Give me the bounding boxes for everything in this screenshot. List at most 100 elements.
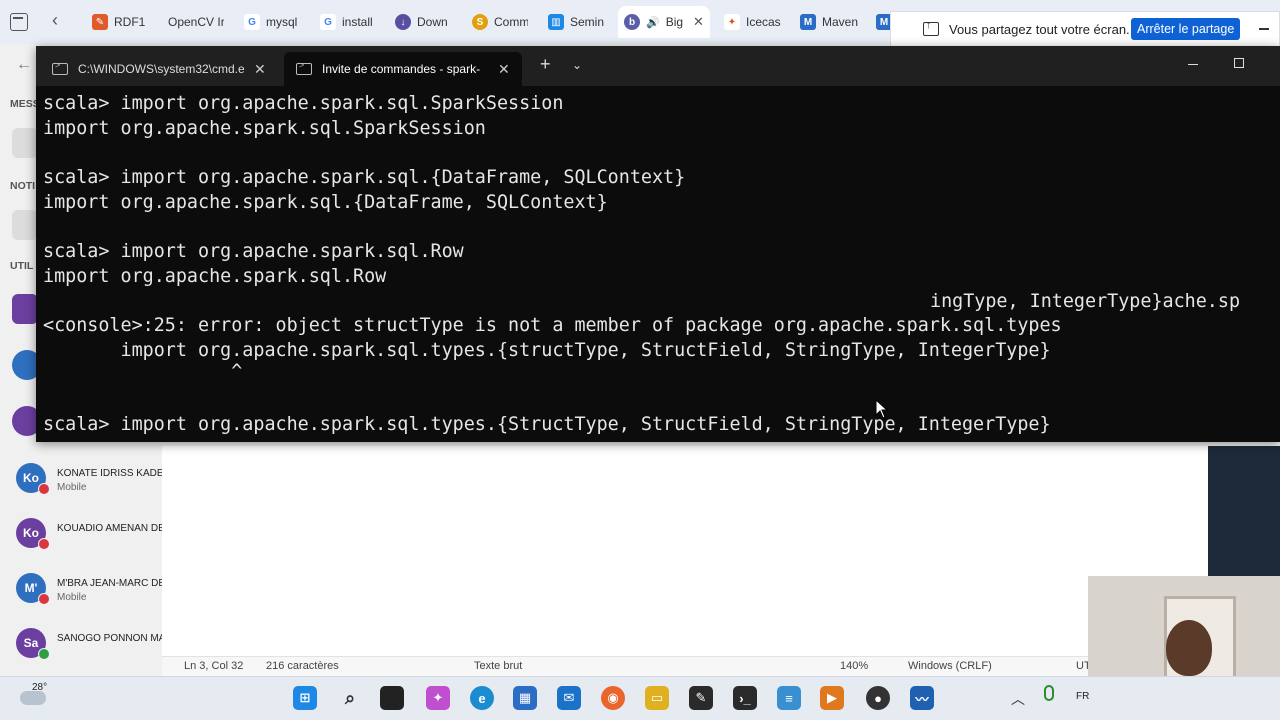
firefox-icon[interactable]: ◉ <box>601 686 625 710</box>
cursor-position: Ln 3, Col 32 <box>184 660 244 672</box>
browser-tab-label: install <box>342 15 373 29</box>
terminal-line: ^ <box>43 361 243 382</box>
webcam-person <box>1166 620 1212 676</box>
status-badge <box>38 483 50 495</box>
background-window <box>1208 446 1280 576</box>
close-icon[interactable]: ✕ <box>693 14 704 30</box>
browser-tab-label: Down <box>417 15 448 29</box>
browser-tab-maven[interactable]: M Maven <box>800 6 858 38</box>
taskbar: 28° ⊞ ⌕ ✦ e ▦ ✉ ◉ ▭ ✎ ›_ ≡ ▶ ● 〰 ︿ FR <box>0 676 1280 720</box>
taskview-icon[interactable] <box>380 686 404 710</box>
browser-tab-download[interactable]: ↓ Down <box>395 6 453 38</box>
media-icon[interactable]: ▶ <box>820 686 844 710</box>
notepad-editor[interactable] <box>162 446 1208 656</box>
browser-tab-icecast[interactable]: ✦ Icecas <box>724 6 782 38</box>
contact-item[interactable]: Ko KOUADIO AMENAN DE <box>12 518 162 562</box>
chevron-up-icon[interactable]: ︿ <box>1011 689 1025 709</box>
google-icon: G <box>244 14 260 30</box>
text-format: Texte brut <box>474 660 523 672</box>
browser-tab-label: Comm <box>494 15 528 29</box>
terminal-line: scala> import org.apache.spark.sql.Spark… <box>43 93 564 114</box>
terminal-line: import org.apache.spark.sql.{DataFrame, … <box>43 192 608 213</box>
notification-icon[interactable] <box>12 210 38 240</box>
status-badge <box>38 538 50 550</box>
browser-tab-comm[interactable]: S Comm <box>472 6 528 38</box>
bing-icon: b <box>624 14 640 30</box>
line-ending: Windows (CRLF) <box>908 660 992 672</box>
outlook-icon[interactable]: ✉ <box>557 686 581 710</box>
browser-tab-rdf1[interactable]: ✎ RDF1 <box>92 6 162 38</box>
contact-status: Mobile <box>57 482 87 493</box>
download-icon: ↓ <box>395 14 411 30</box>
terminal-line: scala> import org.apache.spark.sql.{Data… <box>43 167 686 188</box>
browser-tab-install[interactable]: G install <box>320 6 378 38</box>
terminal-tab-spark[interactable]: Invite de commandes - spark- ✕ <box>284 52 522 86</box>
share-banner-text: Vous partagez tout votre écran. <box>949 22 1130 37</box>
terminal-icon[interactable]: ›_ <box>733 686 757 710</box>
recorder-icon[interactable]: ● <box>866 686 890 710</box>
terminal-icon <box>52 60 68 75</box>
contact-name: KONATE IDRISS KADER <box>57 468 162 479</box>
terminal-line: <console>:25: error: object structType i… <box>43 315 1062 336</box>
terminal-tab-label: C:\WINDOWS\system32\cmd.e <box>78 62 244 76</box>
minimize-icon[interactable] <box>1259 28 1269 30</box>
semin-icon: ▥ <box>548 14 564 30</box>
browser-tab-mysql[interactable]: G mysql <box>244 6 304 38</box>
arrow-left-icon[interactable]: ← <box>16 56 32 74</box>
notepad-icon[interactable]: ≡ <box>777 686 801 710</box>
close-icon[interactable]: ✕ <box>254 61 266 78</box>
user-avatar-icon[interactable] <box>12 294 38 324</box>
explorer-icon[interactable]: ▭ <box>645 686 669 710</box>
contact-name: KOUADIO AMENAN DE <box>57 523 162 534</box>
rdf-icon: ✎ <box>92 14 108 30</box>
chevron-down-icon[interactable]: ⌄ <box>572 58 582 72</box>
microphone-icon[interactable] <box>1044 685 1054 701</box>
browser-tab-opencv[interactable]: OpenCV Ir <box>168 6 224 38</box>
close-icon[interactable]: ✕ <box>498 61 510 78</box>
char-count: 216 caractères <box>266 660 339 672</box>
contact-name: SANOGO PONNON MA <box>57 633 162 644</box>
weather-temperature: 28° <box>32 682 48 693</box>
tab-list-icon[interactable] <box>10 13 28 31</box>
browser-tab-label: Maven <box>822 15 858 29</box>
chat-icon[interactable] <box>12 128 38 158</box>
start-icon[interactable]: ⊞ <box>293 686 317 710</box>
terminal-window: C:\WINDOWS\system32\cmd.e ✕ Invite de co… <box>36 46 1280 442</box>
stop-sharing-button[interactable]: Arrêter le partage <box>1131 18 1241 40</box>
terminal-output[interactable]: scala> import org.apache.spark.sql.Spark… <box>36 86 1280 442</box>
zoom-level: 140% <box>840 660 869 672</box>
terminal-icon <box>296 60 312 75</box>
store-icon[interactable]: ▦ <box>513 686 537 710</box>
terminal-line: import org.apache.spark.sql.SparkSession <box>43 118 486 139</box>
terminal-titlebar: C:\WINDOWS\system32\cmd.e ✕ Invite de co… <box>36 46 1280 86</box>
contact-name: M'BRA JEAN-MARC DE <box>57 578 162 589</box>
notes-icon[interactable]: ✎ <box>689 686 713 710</box>
minimize-icon[interactable] <box>1188 64 1198 66</box>
contact-item[interactable]: Sa SANOGO PONNON MA <box>12 628 162 672</box>
browser-tab-label: Big <box>665 15 684 29</box>
icecast-icon: ✦ <box>724 14 740 30</box>
status-badge <box>38 648 50 660</box>
google-icon: G <box>320 14 336 30</box>
input-language[interactable]: FR <box>1076 691 1089 702</box>
teams-icon[interactable]: 〰 <box>910 686 934 710</box>
contact-status: Mobile <box>57 592 87 603</box>
share-screen-icon <box>923 19 939 36</box>
terminal-tab-cmd[interactable]: C:\WINDOWS\system32\cmd.e ✕ <box>40 52 282 86</box>
chevron-left-icon[interactable]: ‹ <box>52 10 58 31</box>
plus-icon[interactable]: + <box>540 54 551 75</box>
contact-item[interactable]: Ko KONATE IDRISS KADER Mobile <box>12 463 162 507</box>
copilot-icon[interactable]: ✦ <box>426 686 450 710</box>
browser-tab-semin[interactable]: ▥ Semin <box>548 6 606 38</box>
maven-icon: M <box>800 14 816 30</box>
edge-icon[interactable]: e <box>470 686 494 710</box>
weather-icon[interactable] <box>20 691 46 705</box>
browser-tab-big[interactable]: b 🔊 Big ✕ <box>618 6 710 38</box>
terminal-line: scala> import org.apache.spark.sql.types… <box>43 414 1051 435</box>
contact-item[interactable]: M' M'BRA JEAN-MARC DE Mobile <box>12 573 162 617</box>
terminal-line: ingType, IntegerType}ache.sp <box>930 291 1241 312</box>
search-icon[interactable]: ⌕ <box>338 686 362 710</box>
browser-tab-label: OpenCV Ir <box>168 15 224 29</box>
section-label: UTIL <box>10 260 34 272</box>
maximize-icon[interactable] <box>1234 58 1244 68</box>
